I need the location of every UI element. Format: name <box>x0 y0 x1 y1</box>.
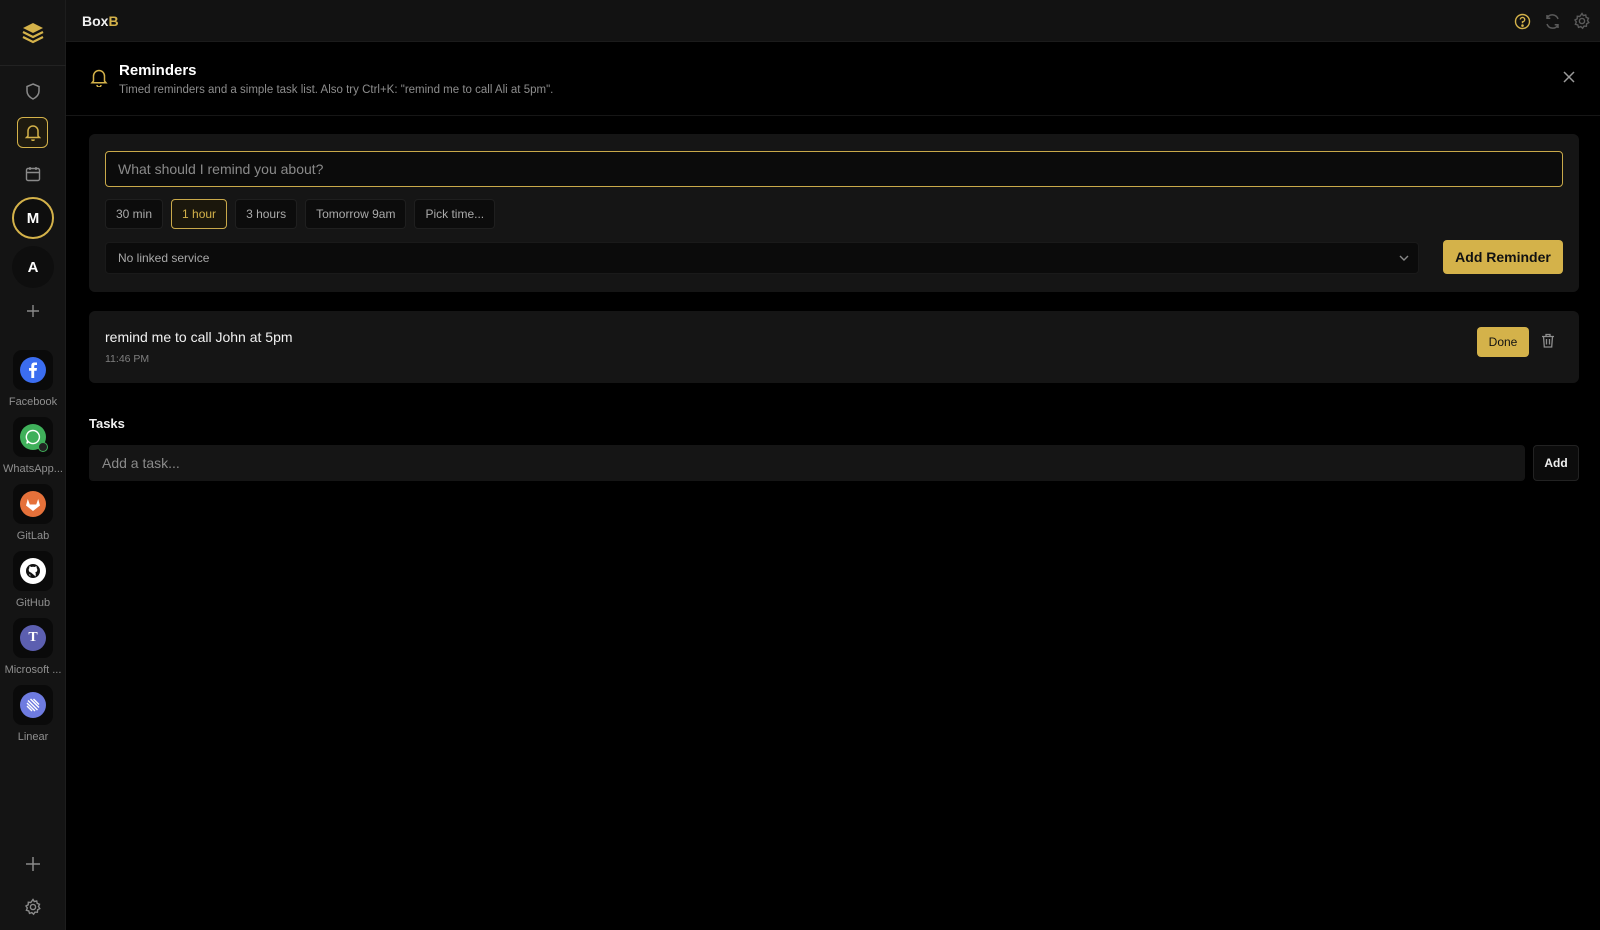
plus-icon <box>26 857 40 871</box>
facebook-icon <box>20 357 46 383</box>
service-tile <box>13 685 53 725</box>
time-presets: 30 min 1 hour 3 hours Tomorrow 9am Pick … <box>105 199 496 229</box>
gear-icon <box>25 898 41 916</box>
brand-main: Box <box>82 13 109 29</box>
reminder-text: remind me to call John at 5pm <box>105 329 293 345</box>
bell-icon <box>24 125 41 141</box>
page-title: Reminders <box>119 62 197 79</box>
teams-glyph: T <box>28 630 38 645</box>
linked-service-select[interactable]: No linked service <box>105 242 1419 274</box>
reminders-header: Reminders Timed reminders and a simple t… <box>66 42 1600 116</box>
workspace-initial: M <box>26 209 40 227</box>
badge <box>38 442 48 452</box>
refresh-button[interactable] <box>1542 11 1562 31</box>
whatsapp-icon <box>20 424 48 452</box>
add-reminder-button[interactable]: Add Reminder <box>1443 240 1563 274</box>
calendar-icon <box>25 166 40 181</box>
nav-reminders[interactable] <box>17 117 48 148</box>
gitlab-icon <box>20 491 46 517</box>
linear-icon <box>20 692 46 718</box>
service-tile: T <box>13 618 53 658</box>
add-task-button[interactable]: Add <box>1533 445 1579 481</box>
preset-30-min[interactable]: 30 min <box>105 199 164 229</box>
service-tile <box>13 551 53 591</box>
delete-reminder-button[interactable] <box>1541 333 1557 349</box>
nav-shield[interactable] <box>17 76 48 107</box>
service-tile <box>13 484 53 524</box>
reminder-time: 11:46 PM <box>105 353 150 365</box>
sidebar-settings-button[interactable] <box>21 895 45 919</box>
workspace-m[interactable]: M <box>12 197 54 239</box>
help-icon <box>1514 13 1530 29</box>
service-gitlab[interactable]: GitLab <box>0 484 66 542</box>
trash-icon <box>1542 333 1554 348</box>
sidebar: M A Facebook WhatsApp... GitLab GitHub T… <box>0 0 66 930</box>
reminder-input[interactable] <box>105 151 1563 187</box>
help-button[interactable] <box>1512 11 1532 31</box>
refresh-icon <box>1545 13 1559 29</box>
service-whatsapp[interactable]: WhatsApp... <box>0 417 66 475</box>
service-github[interactable]: GitHub <box>0 551 66 609</box>
chevron-down-icon <box>1399 255 1409 261</box>
done-button[interactable]: Done <box>1477 327 1529 357</box>
service-label: WhatsApp... <box>3 463 63 475</box>
brand-title: BoxB <box>82 13 119 29</box>
service-label: GitHub <box>15 597 51 609</box>
app-logo[interactable] <box>0 0 66 66</box>
app-window: M A Facebook WhatsApp... GitLab GitHub T… <box>0 0 1600 930</box>
logo-icon <box>22 22 44 43</box>
service-tile <box>13 350 53 390</box>
service-label: Linear <box>17 731 49 743</box>
task-input[interactable] <box>89 445 1525 481</box>
linked-service-value: No linked service <box>118 251 210 265</box>
service-tile <box>13 417 53 457</box>
github-icon <box>20 558 46 584</box>
page-subtitle: Timed reminders and a simple task list. … <box>119 84 554 96</box>
reminder-item: remind me to call John at 5pm 11:46 PM D… <box>89 311 1579 383</box>
teams-icon: T <box>20 625 46 651</box>
preset-pick-time[interactable]: Pick time... <box>414 199 496 229</box>
shield-icon <box>25 83 40 100</box>
reminder-composer: 30 min 1 hour 3 hours Tomorrow 9am Pick … <box>89 134 1579 292</box>
preset-1-hour[interactable]: 1 hour <box>171 199 228 229</box>
service-label: Microsoft ... <box>4 664 62 676</box>
workspace-initial: A <box>27 258 39 276</box>
close-panel-button[interactable] <box>1562 70 1578 86</box>
close-icon <box>1563 71 1575 83</box>
service-facebook[interactable]: Facebook <box>0 350 66 408</box>
service-label: GitLab <box>16 530 50 542</box>
settings-button[interactable] <box>1572 11 1592 31</box>
plus-icon <box>27 305 39 317</box>
nav-calendar[interactable] <box>17 158 48 189</box>
title-tools <box>1512 11 1592 31</box>
bell-icon <box>90 68 108 92</box>
service-linear[interactable]: Linear <box>0 685 66 743</box>
service-microsoft-teams[interactable]: T Microsoft ... <box>0 618 66 676</box>
settings-icon <box>1574 12 1590 30</box>
preset-3-hours[interactable]: 3 hours <box>235 199 298 229</box>
workspace-a[interactable]: A <box>12 246 54 288</box>
title-bar: BoxB <box>66 0 1600 42</box>
brand-accent: B <box>108 13 119 29</box>
tasks-heading: Tasks <box>89 416 125 431</box>
add-workspace-button[interactable] <box>22 300 44 322</box>
service-label: Facebook <box>8 396 58 408</box>
preset-tomorrow-9am[interactable]: Tomorrow 9am <box>305 199 407 229</box>
add-service-button[interactable] <box>21 852 45 876</box>
